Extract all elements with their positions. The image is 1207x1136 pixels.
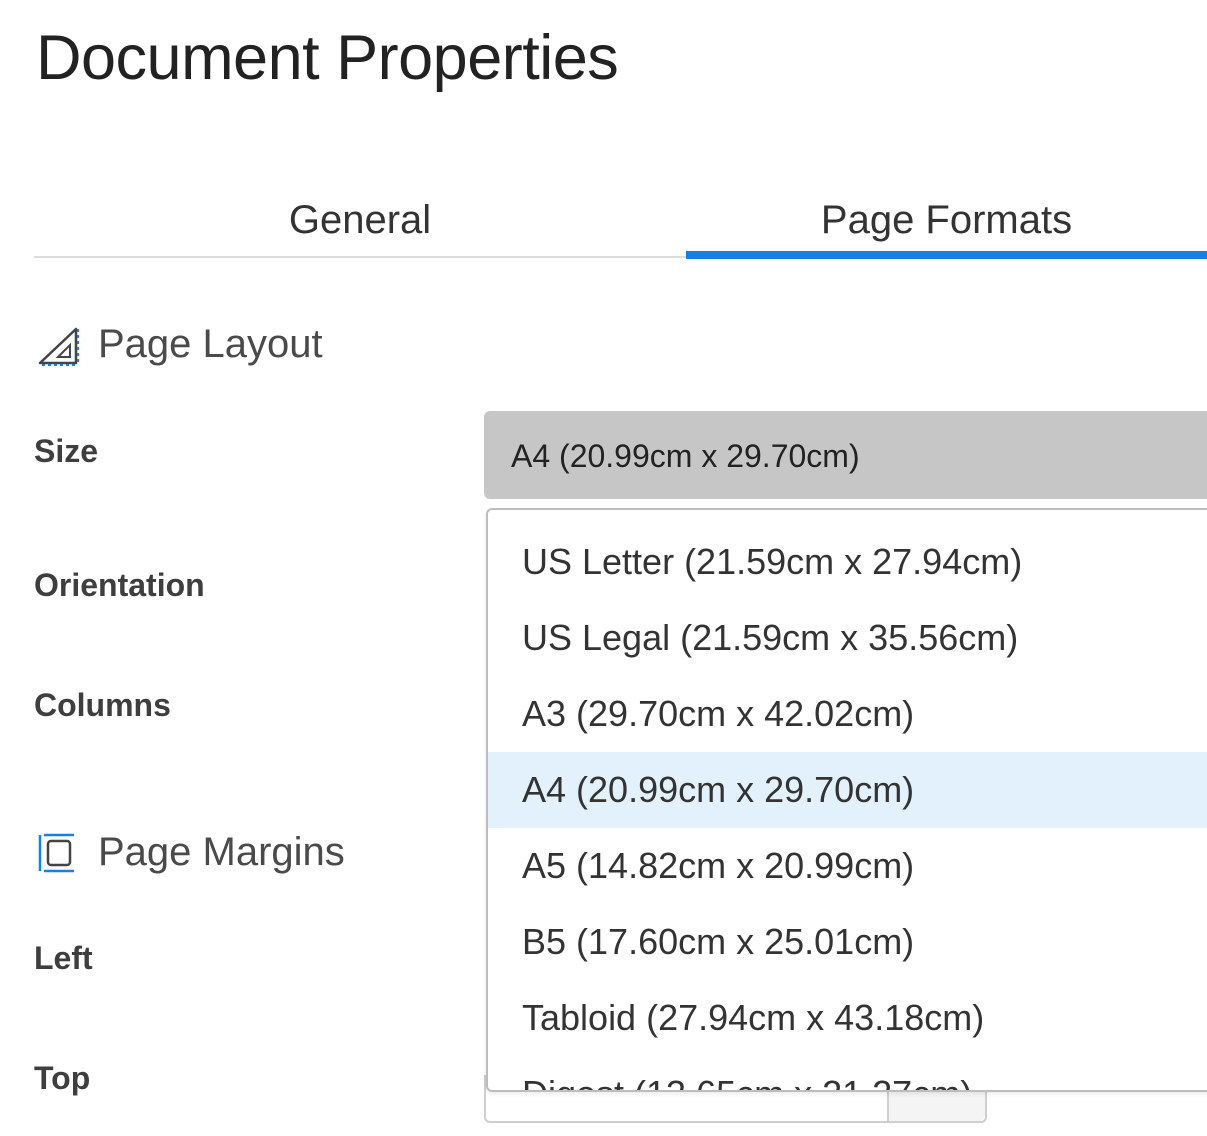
left-margin-label: Left <box>34 940 93 976</box>
tab-general[interactable]: General <box>34 190 686 256</box>
size-option[interactable]: A3 (29.70cm x 42.02cm) <box>488 676 1207 752</box>
size-option-selected[interactable]: A4 (20.99cm x 29.70cm) <box>488 752 1207 828</box>
size-option[interactable]: B5 (17.60cm x 25.01cm) <box>488 904 1207 980</box>
columns-label: Columns <box>34 687 171 723</box>
size-option[interactable]: US Letter (21.59cm x 27.94cm) <box>488 524 1207 600</box>
section-title: Page Layout <box>98 322 323 366</box>
size-option[interactable]: A5 (14.82cm x 20.99cm) <box>488 828 1207 904</box>
active-tab-indicator <box>686 251 1207 259</box>
tab-page-formats[interactable]: Page Formats <box>686 190 1207 256</box>
size-label: Size <box>34 433 99 469</box>
tab-bar: General Page Formats <box>34 190 1207 259</box>
size-option[interactable]: Digest (13.65cm x 21.27cm) <box>488 1056 1207 1090</box>
size-dropdown-list[interactable]: US Letter (21.59cm x 27.94cm) US Legal (… <box>486 508 1207 1092</box>
size-option[interactable]: US Legal (21.59cm x 35.56cm) <box>488 600 1207 676</box>
section-page-margins: Page Margins <box>36 830 345 875</box>
document-properties-dialog: Document Properties General Page Formats… <box>0 0 1207 1136</box>
orientation-label: Orientation <box>34 567 205 603</box>
size-option[interactable]: Tabloid (27.94cm x 43.18cm) <box>488 980 1207 1056</box>
page-title: Document Properties <box>36 23 619 93</box>
size-select[interactable]: A4 (20.99cm x 29.70cm) <box>484 411 1207 499</box>
margins-icon <box>36 831 80 875</box>
section-title: Page Margins <box>98 830 345 874</box>
set-square-icon <box>36 323 80 367</box>
top-margin-label: Top <box>34 1060 91 1096</box>
section-page-layout: Page Layout <box>36 322 323 367</box>
